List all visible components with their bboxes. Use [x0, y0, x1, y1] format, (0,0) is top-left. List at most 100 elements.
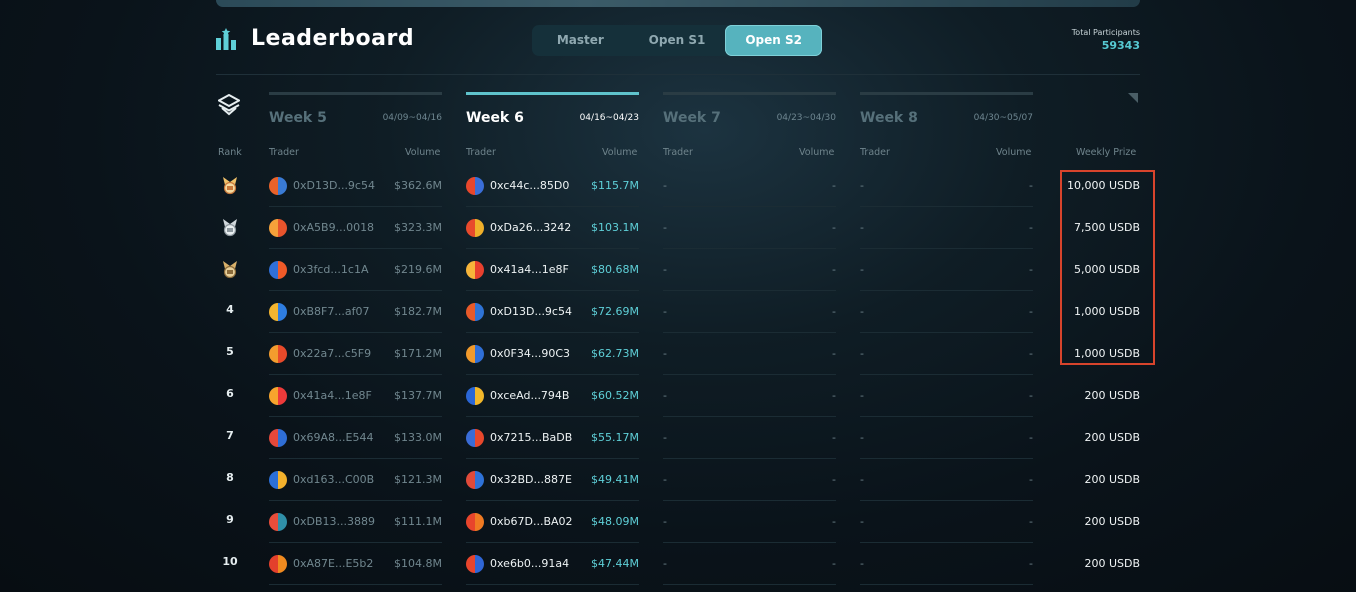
table-row: 10 0xA87E...E5b2 $104.8M 0xe6b0...91a4 $47.4… — [216, 543, 1140, 585]
empty-trader: - — [663, 473, 667, 486]
table-row: 7 0x69A8...E544 $133.0M 0x7215...BaDB $55.17… — [216, 417, 1140, 459]
trader-volume: $137.7M — [394, 389, 442, 402]
empty-trader: - — [860, 347, 864, 360]
trader-address[interactable]: 0x32BD...887E — [490, 473, 572, 486]
trader-volume: $55.17M — [591, 431, 639, 444]
trader-volume: $47.44M — [591, 557, 639, 570]
trader-address[interactable]: 0xA87E...E5b2 — [293, 557, 373, 570]
season-tabs: Master Open S1 Open S2 — [532, 25, 823, 56]
trader-address[interactable]: 0x0F34...90C3 — [490, 347, 570, 360]
trader-volume: $115.7M — [591, 179, 639, 192]
empty-trader: - — [860, 221, 864, 234]
week-7-name: Week 7 — [663, 110, 721, 126]
week-6-dates: 04/16~04/23 — [579, 113, 639, 123]
trader-avatar-icon — [466, 471, 484, 489]
scroll-next-icon[interactable] — [1128, 93, 1138, 103]
w8-trader-header: Trader — [860, 147, 890, 158]
table-row: 9 0xDB13...3889 $111.1M 0xb67D...BA02 $48.09… — [216, 501, 1140, 543]
trader-volume: $133.0M — [394, 431, 442, 444]
trader-address[interactable]: 0xe6b0...91a4 — [490, 557, 569, 570]
w5-trader-header: Trader — [269, 147, 299, 158]
page-title: Leaderboard — [251, 26, 415, 51]
trader-volume: $362.6M — [394, 179, 442, 192]
empty-trader: - — [860, 473, 864, 486]
tab-open-s1[interactable]: Open S1 — [629, 25, 726, 56]
tab-open-s2[interactable]: Open S2 — [725, 25, 823, 56]
rank-number: 9 — [226, 513, 234, 526]
trader-avatar-icon — [269, 513, 287, 531]
trader-address[interactable]: 0xDB13...3889 — [293, 515, 375, 528]
trader-address[interactable]: 0xD13D...9c54 — [490, 305, 572, 318]
week-6-name: Week 6 — [466, 110, 524, 126]
table-row: 5 0x22a7...c5F9 $171.2M 0x0F34...90C3 $62.73… — [216, 333, 1140, 375]
table-row: 0xA5B9...0018 $323.3M 0xDa26...3242 $103.1M… — [216, 207, 1140, 249]
trader-address[interactable]: 0xDa26...3242 — [490, 221, 571, 234]
empty-volume: - — [832, 179, 836, 192]
trader-address[interactable]: 0xd163...C00B — [293, 473, 374, 486]
trader-volume: $323.3M — [394, 221, 442, 234]
prize-highlight-box — [1060, 170, 1155, 365]
trader-address[interactable]: 0x3fcd...1c1A — [293, 263, 368, 276]
empty-trader: - — [663, 347, 667, 360]
trader-avatar-icon — [466, 177, 484, 195]
trader-avatar-icon — [466, 513, 484, 531]
trader-volume: $80.68M — [591, 263, 639, 276]
empty-volume: - — [832, 473, 836, 486]
trader-address[interactable]: 0x22a7...c5F9 — [293, 347, 371, 360]
trader-address[interactable]: 0xc44c...85D0 — [490, 179, 569, 192]
trader-avatar-icon — [466, 387, 484, 405]
empty-trader: - — [860, 179, 864, 192]
week-7-dates: 04/23~04/30 — [776, 113, 836, 123]
empty-trader: - — [663, 305, 667, 318]
trader-avatar-icon — [466, 429, 484, 447]
leaderboard-header: Leaderboard Master Open S1 Open S2 Total… — [216, 24, 1140, 74]
empty-volume: - — [832, 389, 836, 402]
week-5-name: Week 5 — [269, 110, 327, 126]
week-8-tab[interactable]: Week 8 04/30~05/07 — [860, 92, 1033, 132]
empty-trader: - — [663, 515, 667, 528]
participants-value: 59343 — [1101, 39, 1140, 52]
trader-volume: $111.1M — [394, 515, 442, 528]
trader-avatar-icon — [269, 471, 287, 489]
w5-volume-header: Volume — [405, 147, 441, 158]
empty-volume: - — [1029, 389, 1033, 402]
empty-volume: - — [1029, 347, 1033, 360]
trader-address[interactable]: 0x7215...BaDB — [490, 431, 572, 444]
empty-volume: - — [1029, 263, 1033, 276]
empty-volume: - — [1029, 473, 1033, 486]
trader-volume: $62.73M — [591, 347, 639, 360]
trader-address[interactable]: 0xA5B9...0018 — [293, 221, 374, 234]
trader-address[interactable]: 0xb67D...BA02 — [490, 515, 573, 528]
trader-volume: $121.3M — [394, 473, 442, 486]
top-banner-strip — [216, 0, 1140, 7]
w7-volume-header: Volume — [799, 147, 835, 158]
row-divider — [466, 584, 639, 585]
trader-volume: $49.41M — [591, 473, 639, 486]
empty-volume: - — [832, 431, 836, 444]
empty-volume: - — [1029, 221, 1033, 234]
trader-volume: $103.1M — [591, 221, 639, 234]
trader-address[interactable]: 0x41a4...1e8F — [293, 389, 372, 402]
trader-avatar-icon — [269, 219, 287, 237]
table-row: 4 0xB8F7...af07 $182.7M 0xD13D...9c54 $72.69… — [216, 291, 1140, 333]
empty-volume: - — [832, 515, 836, 528]
week-7-tab[interactable]: Week 7 04/23~04/30 — [663, 92, 836, 132]
trader-address[interactable]: 0x69A8...E544 — [293, 431, 373, 444]
trader-avatar-icon — [269, 387, 287, 405]
row-divider — [269, 584, 442, 585]
weekly-prize: 200 USDB — [1084, 431, 1140, 444]
trader-address[interactable]: 0x41a4...1e8F — [490, 263, 569, 276]
week-5-tab[interactable]: Week 5 04/09~04/16 — [269, 92, 442, 132]
rank-header: Rank — [218, 147, 242, 158]
week-6-tab[interactable]: Week 6 04/16~04/23 — [466, 92, 639, 132]
rank-number: 8 — [226, 471, 234, 484]
trader-address[interactable]: 0xB8F7...af07 — [293, 305, 369, 318]
weekly-prize: 200 USDB — [1084, 389, 1140, 402]
trader-address[interactable]: 0xceAd...794B — [490, 389, 569, 402]
rank-number: 10 — [222, 555, 238, 568]
trader-volume: $219.6M — [394, 263, 442, 276]
trader-address[interactable]: 0xD13D...9c54 — [293, 179, 375, 192]
trader-volume: $104.8M — [394, 557, 442, 570]
w6-trader-header: Trader — [466, 147, 496, 158]
tab-master[interactable]: Master — [532, 25, 629, 56]
